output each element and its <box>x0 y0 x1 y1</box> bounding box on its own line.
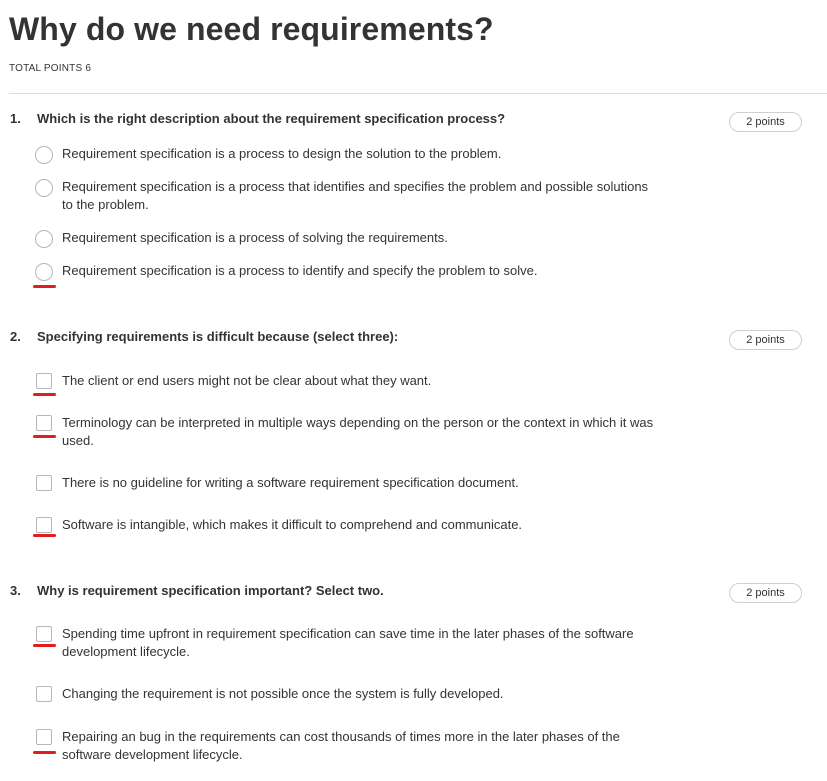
question-text: Why is requirement specification importa… <box>37 583 384 598</box>
question-number: 2. <box>10 329 21 344</box>
option-label[interactable]: Requirement specification is a process o… <box>62 229 662 247</box>
option-label[interactable]: Repairing an bug in the requirements can… <box>62 728 662 764</box>
checkbox[interactable] <box>36 686 52 702</box>
radio-button[interactable] <box>35 263 53 281</box>
radio-button[interactable] <box>35 146 53 164</box>
option-label[interactable]: Terminology can be interpreted in multip… <box>62 414 662 450</box>
option-label[interactable]: Changing the requirement is not possible… <box>62 685 662 703</box>
option-label[interactable]: The client or end users might not be cle… <box>62 372 662 390</box>
page-title: Why do we need requirements? <box>9 11 494 47</box>
radio-button[interactable] <box>35 230 53 248</box>
option-label[interactable]: Software is intangible, which makes it d… <box>62 516 662 534</box>
red-underline-annotation <box>33 534 56 537</box>
checkbox[interactable] <box>36 626 52 642</box>
option-label[interactable]: There is no guideline for writing a soft… <box>62 474 662 492</box>
checkbox[interactable] <box>36 517 52 533</box>
checkbox[interactable] <box>36 415 52 431</box>
option-label[interactable]: Requirement specification is a process t… <box>62 145 662 163</box>
red-underline-annotation <box>33 285 56 288</box>
red-underline-annotation <box>33 644 56 647</box>
points-badge: 2 points <box>729 330 802 350</box>
question-number: 3. <box>10 583 21 598</box>
radio-button[interactable] <box>35 179 53 197</box>
option-label[interactable]: Requirement specification is a process t… <box>62 262 662 280</box>
question-text: Specifying requirements is difficult bec… <box>37 329 399 344</box>
checkbox[interactable] <box>36 373 52 389</box>
option-label[interactable]: Requirement specification is a process t… <box>62 178 662 214</box>
question-text: Which is the right description about the… <box>37 111 506 126</box>
option-label[interactable]: Spending time upfront in requirement spe… <box>62 625 662 661</box>
red-underline-annotation <box>33 751 56 754</box>
red-underline-annotation <box>33 435 56 438</box>
points-badge: 2 points <box>729 112 802 132</box>
checkbox[interactable] <box>36 475 52 491</box>
header-divider <box>9 93 827 94</box>
question-number: 1. <box>10 111 21 126</box>
points-badge: 2 points <box>729 583 802 603</box>
red-underline-annotation <box>33 393 56 396</box>
checkbox[interactable] <box>36 729 52 745</box>
total-points: TOTAL POINTS 6 <box>9 63 92 74</box>
